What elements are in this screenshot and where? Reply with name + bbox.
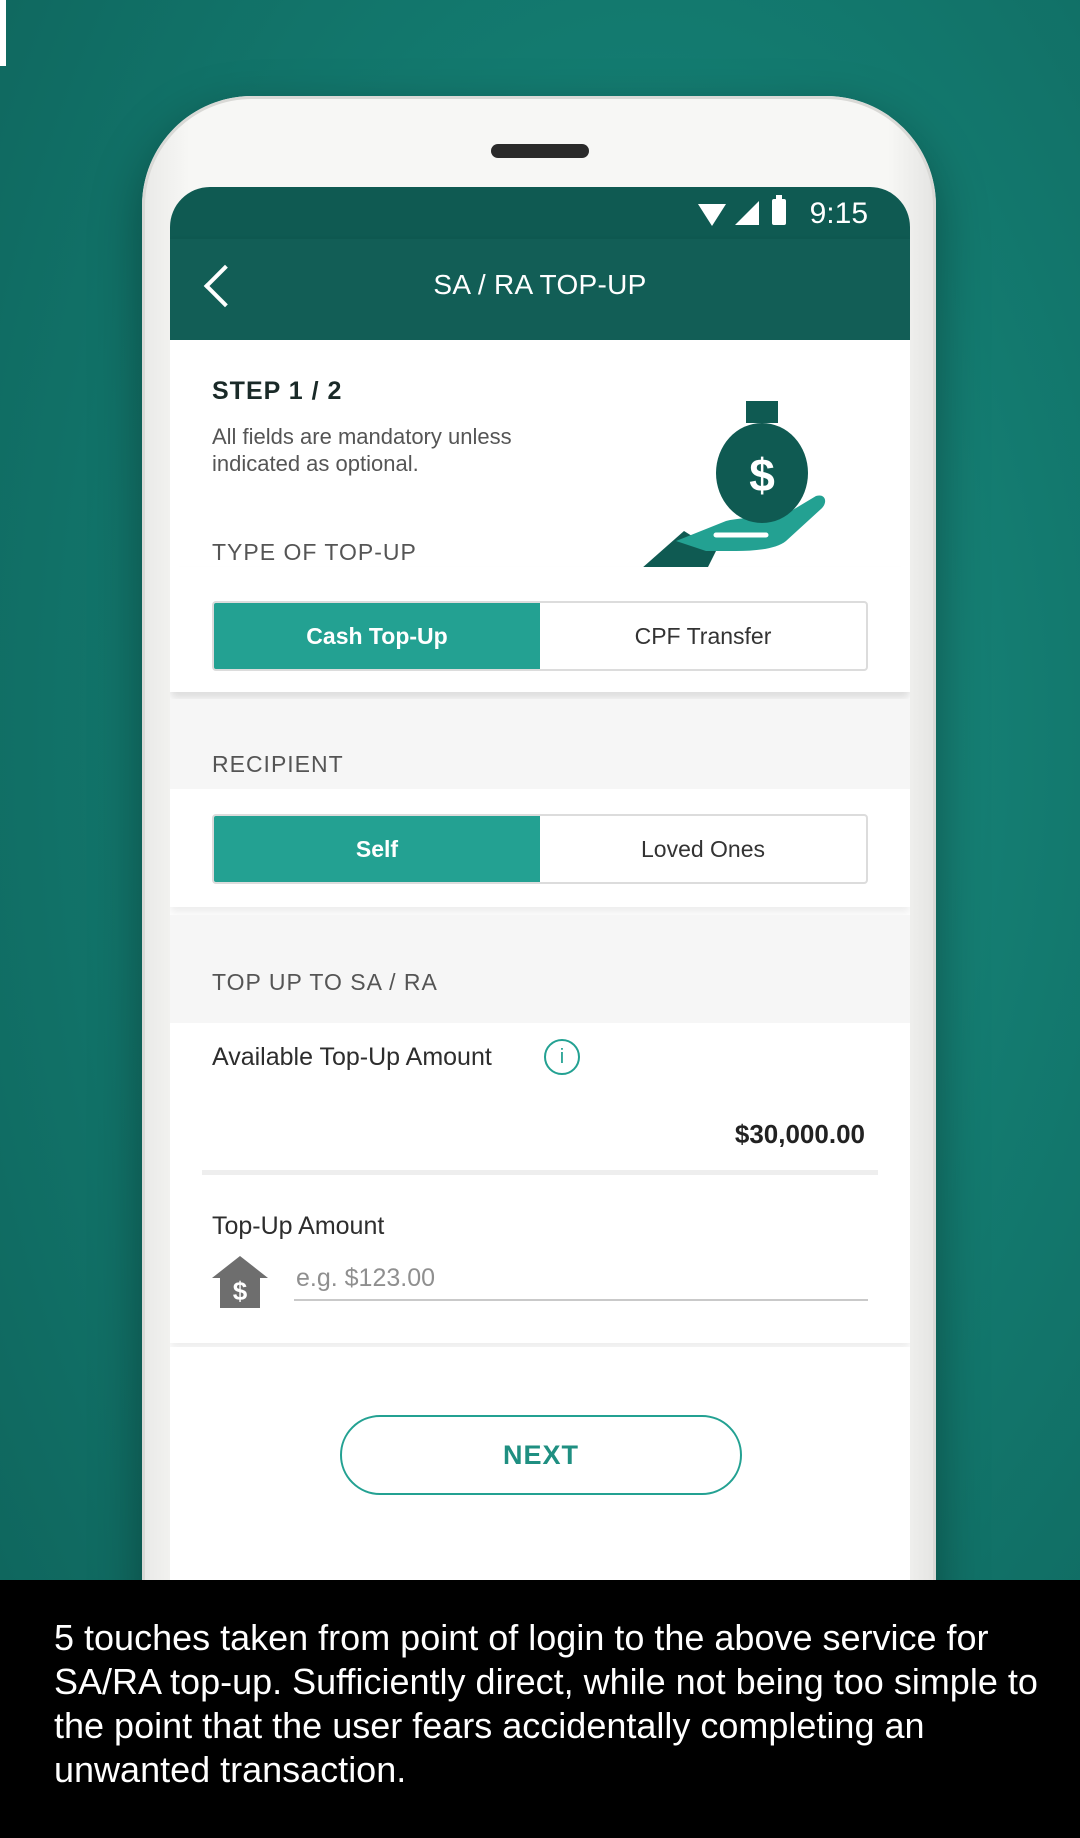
wifi-icon <box>698 204 726 226</box>
caption-band: 5 touches taken from point of login to t… <box>0 1580 1080 1838</box>
top-up-type-label: TYPE OF TOP-UP <box>212 539 417 565</box>
loved-ones-option[interactable]: Loved Ones <box>540 816 866 882</box>
top-up-amount-label: Top-Up Amount <box>212 1212 385 1240</box>
divider <box>202 1170 878 1175</box>
battery-icon <box>772 195 786 225</box>
status-time: 9:15 <box>809 197 868 230</box>
top-up-type-toggle: Cash Top-Up CPF Transfer <box>212 601 868 671</box>
instructions-text: All fields are mandatory unless indicate… <box>212 424 512 476</box>
available-amount-label: Available Top-Up Amount <box>212 1043 492 1071</box>
app-screen: 9:15 SA / RA TOP-UP STEP 1 / 2 All field… <box>170 187 910 1587</box>
phone-speaker <box>491 144 589 158</box>
signal-icon <box>735 201 759 225</box>
cpf-transfer-option[interactable]: CPF Transfer <box>540 603 866 669</box>
status-bar: 9:15 <box>170 187 910 239</box>
money-house-icon: $ <box>212 1256 268 1308</box>
money-bag-hand-icon: $ <box>616 401 826 591</box>
available-amount-value: $30,000.00 <box>734 1119 865 1149</box>
recipient-toggle: Self Loved Ones <box>212 814 868 884</box>
caption-text: 5 touches taken from point of login to t… <box>54 1617 1038 1790</box>
cash-top-up-option[interactable]: Cash Top-Up <box>214 603 540 669</box>
info-icon[interactable]: i <box>544 1039 580 1075</box>
page-title: SA / RA TOP-UP <box>433 269 647 300</box>
corner-mark <box>0 0 6 66</box>
step-title: STEP 1 / 2 <box>212 377 343 405</box>
app-header: SA / RA TOP-UP <box>170 239 910 340</box>
svg-text:$: $ <box>749 449 775 501</box>
self-option[interactable]: Self <box>214 816 540 882</box>
top-up-amount-input[interactable] <box>294 1257 868 1301</box>
svg-text:$: $ <box>233 1276 248 1306</box>
next-button[interactable]: NEXT <box>340 1415 742 1495</box>
top-up-to-label: TOP UP TO SA / RA <box>212 969 438 995</box>
recipient-label: RECIPIENT <box>212 751 344 777</box>
